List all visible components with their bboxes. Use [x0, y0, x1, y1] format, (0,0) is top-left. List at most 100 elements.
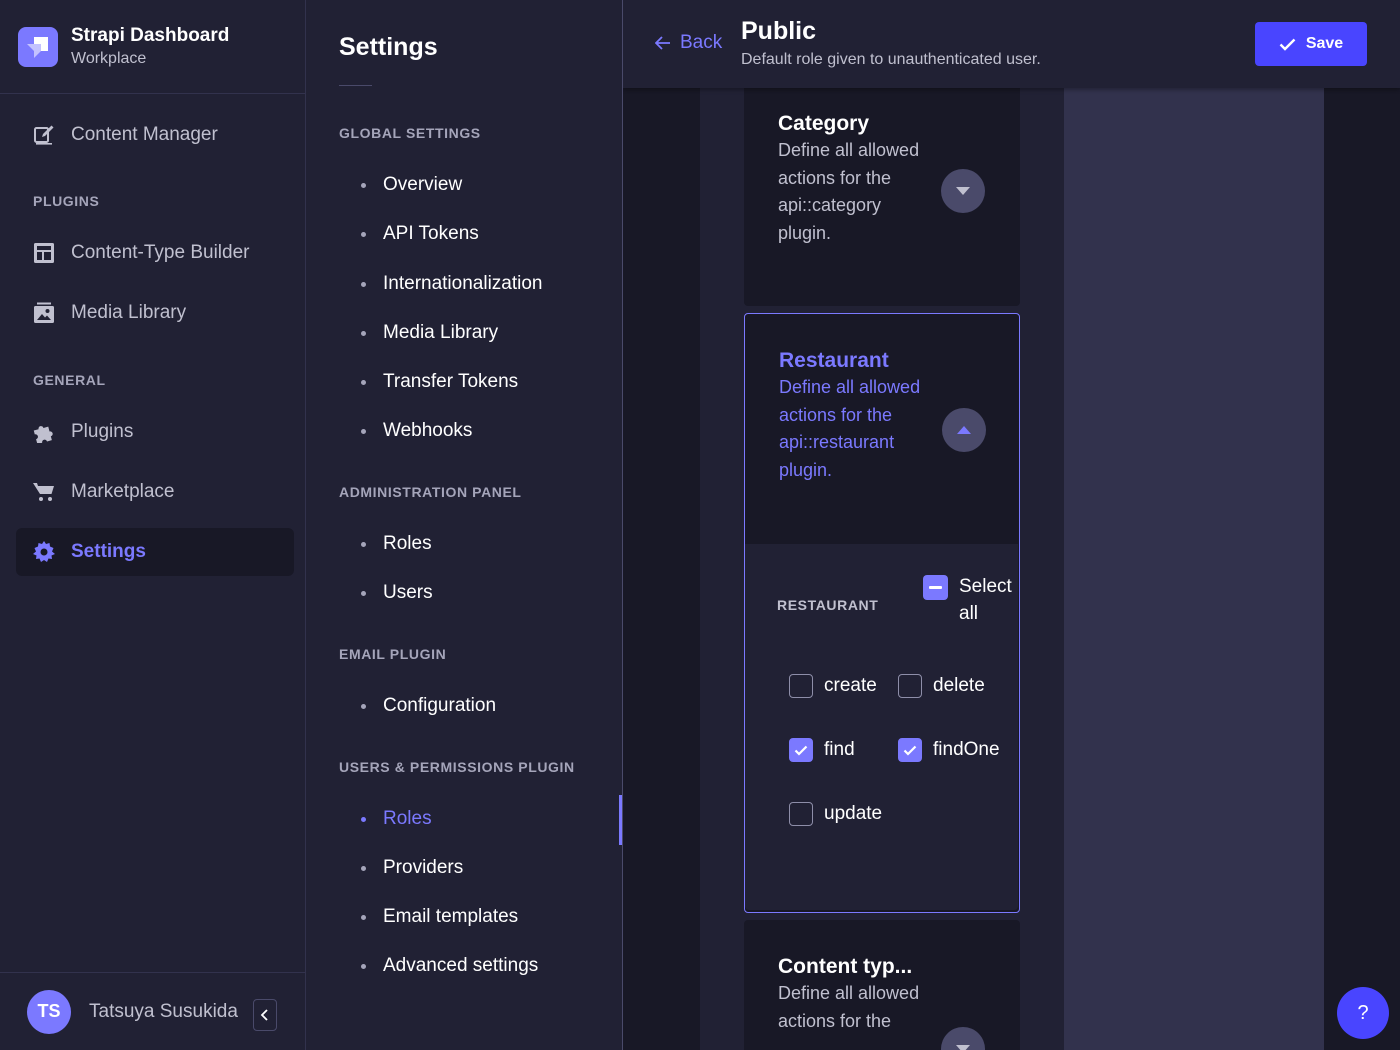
permission-create[interactable]: create	[789, 674, 877, 698]
accordion-collapse-button[interactable]	[942, 408, 986, 452]
nav-settings-label: Settings	[71, 541, 146, 562]
subnav-item-admin-roles[interactable]: Roles	[339, 524, 619, 564]
subnav-item-up-roles[interactable]: Roles	[339, 799, 619, 839]
subnav-title: Settings	[339, 33, 438, 61]
accordion-restaurant: Restaurant Define all allowed actions fo…	[744, 313, 1020, 913]
bullet-icon	[361, 865, 366, 871]
bullet-icon	[361, 428, 366, 434]
strapi-logo-icon	[18, 26, 58, 67]
advanced-settings-panel	[1064, 0, 1324, 1050]
accordion-title[interactable]: Restaurant	[779, 349, 889, 373]
chevron-left-icon	[260, 1009, 268, 1021]
caret-down-icon	[956, 187, 970, 195]
accordion-description: Define all allowed actions for the api::…	[778, 140, 920, 243]
nav-settings[interactable]: Settings	[16, 528, 294, 576]
main-navigation: Strapi Dashboard Workplace Content Manag…	[0, 0, 306, 1050]
subnav-item-label: Webhooks	[383, 420, 473, 441]
subnav-item-email-templates[interactable]: Email templates	[339, 897, 619, 937]
nav-content-manager-label: Content Manager	[71, 124, 218, 145]
subnav-item-label: Roles	[383, 808, 432, 829]
permission-label: create	[824, 675, 877, 696]
subnav-item-configuration[interactable]: Configuration	[339, 686, 619, 726]
subnav-item-transfer-tokens[interactable]: Transfer Tokens	[339, 362, 619, 402]
page-header: Back Public Default role given to unauth…	[623, 0, 1400, 88]
subnav-item-label: Users	[383, 582, 433, 603]
subnav-item-advanced-settings[interactable]: Advanced settings	[339, 946, 619, 986]
brand-subtitle: Workplace	[71, 49, 147, 67]
check-icon	[1279, 38, 1296, 51]
check-icon	[794, 745, 808, 756]
subnav-item-label: Internationalization	[383, 273, 543, 294]
permissions-heading: RESTAURANT	[777, 597, 879, 613]
nav-marketplace-label: Marketplace	[71, 481, 175, 502]
accordion-category: Category Define all allowed actions for …	[744, 70, 1020, 306]
users-permissions-section: USERS & PERMISSIONS PLUGIN	[339, 759, 575, 775]
global-settings-section: GLOBAL SETTINGS	[339, 125, 481, 141]
subnav-item-label: Providers	[383, 857, 464, 878]
permission-findone[interactable]: findOne	[898, 738, 1000, 762]
pencil-icon	[32, 123, 56, 147]
subnav-item-label: Overview	[383, 174, 463, 195]
accordion-expand-button[interactable]	[941, 169, 985, 213]
collapse-nav-button[interactable]	[253, 999, 277, 1031]
subnav-divider	[339, 85, 372, 86]
subnav-item-webhooks[interactable]: Webhooks	[339, 411, 619, 451]
avatar[interactable]: TS	[27, 989, 71, 1034]
subnav-item-providers[interactable]: Providers	[339, 848, 619, 888]
help-button[interactable]: ?	[1337, 987, 1389, 1039]
subnav-item-label: Media Library	[383, 322, 499, 343]
subnav-item-overview[interactable]: Overview	[339, 165, 619, 205]
permission-delete[interactable]: delete	[898, 674, 985, 698]
back-link[interactable]: Back	[655, 32, 722, 54]
nav-marketplace[interactable]: Marketplace	[16, 468, 294, 516]
cart-icon	[32, 480, 56, 504]
nav-media-library-label: Media Library	[71, 302, 187, 323]
accordion-title[interactable]: Category	[778, 112, 869, 136]
nav-plugins[interactable]: Plugins	[16, 408, 294, 456]
accordion-title[interactable]: Content typ...	[778, 955, 912, 979]
gear-icon	[32, 540, 56, 564]
save-button-label: Save	[1305, 35, 1344, 52]
plugins-section-label: PLUGINS	[33, 193, 100, 209]
nav-content-type-builder-label: Content-Type Builder	[71, 242, 250, 263]
subnav-item-internationalization[interactable]: Internationalization	[339, 264, 619, 304]
checkbox-checked[interactable]	[789, 738, 813, 762]
page-title: Public	[741, 17, 817, 45]
user-name[interactable]: Tatsuya Susukida	[89, 1001, 238, 1023]
subnav-item-label: Advanced settings	[383, 955, 539, 976]
permission-update[interactable]: update	[789, 802, 882, 826]
bullet-icon	[361, 330, 366, 336]
checkbox-checked[interactable]	[898, 738, 922, 762]
subnav-item-api-tokens[interactable]: API Tokens	[339, 214, 619, 254]
nav-plugins-label: Plugins	[71, 421, 134, 442]
nav-content-type-builder[interactable]: Content-Type Builder	[16, 229, 294, 277]
subnav-item-label: Roles	[383, 533, 432, 554]
subnav-item-media-library[interactable]: Media Library	[339, 313, 619, 353]
settings-subnav: Settings GLOBAL SETTINGS Overview API To…	[306, 0, 623, 1050]
puzzle-icon	[32, 420, 56, 444]
nav-media-library[interactable]: Media Library	[16, 289, 294, 337]
bullet-icon	[361, 963, 366, 969]
checkbox[interactable]	[789, 802, 813, 826]
accordion-description: Define all allowed actions for the api::…	[779, 377, 921, 480]
indeterminate-checkbox-icon[interactable]	[923, 575, 948, 600]
save-button[interactable]: Save	[1255, 22, 1367, 66]
checkbox[interactable]	[789, 674, 813, 698]
bullet-icon	[361, 914, 366, 920]
subnav-item-label: Transfer Tokens	[383, 371, 519, 392]
subnav-item-users[interactable]: Users	[339, 573, 619, 613]
checkbox[interactable]	[898, 674, 922, 698]
subnav-item-label: Configuration	[383, 695, 497, 716]
nav-content-manager[interactable]: Content Manager	[16, 111, 294, 159]
bullet-icon	[361, 182, 366, 188]
permission-find[interactable]: find	[789, 738, 855, 762]
accordion-content-type: Content typ... Define all allowed action…	[744, 920, 1020, 1050]
permission-label: update	[824, 803, 883, 824]
bullet-icon	[361, 541, 366, 547]
bullet-icon	[361, 703, 366, 709]
subnav-item-label: Email templates	[383, 906, 519, 927]
general-section-label: GENERAL	[33, 372, 106, 388]
select-all-checkbox[interactable]: Select all	[923, 575, 1019, 627]
permission-label: delete	[933, 675, 985, 696]
accordion-expand-button[interactable]	[941, 1027, 985, 1050]
